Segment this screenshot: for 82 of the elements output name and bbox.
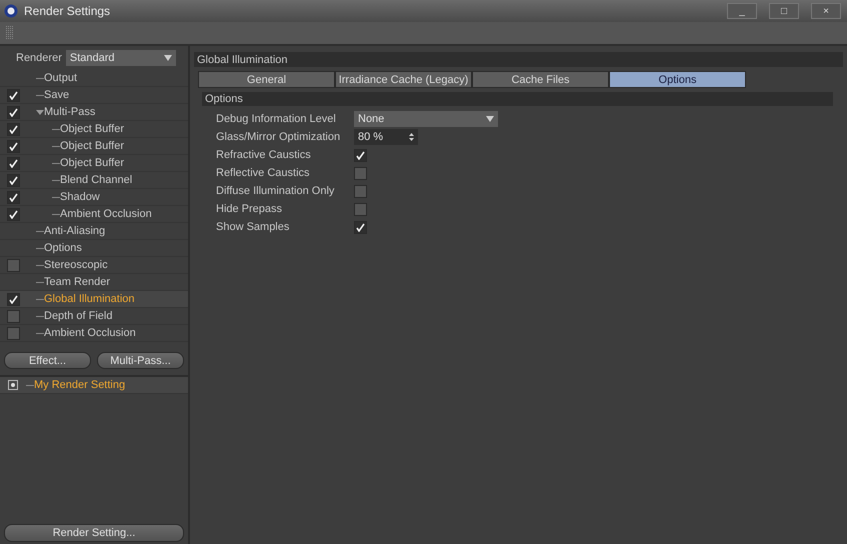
tree-item-label: Ambient Occlusion (44, 327, 136, 339)
tree-item[interactable]: Ambient Occlusion (0, 325, 188, 342)
renderer-dropdown[interactable]: Standard (66, 50, 176, 66)
window-title: Render Settings (24, 4, 112, 18)
checked-checkbox[interactable] (354, 220, 367, 234)
checked-checkbox[interactable] (354, 148, 367, 162)
tree-item[interactable]: Global Illumination (0, 291, 188, 308)
render-setting-button[interactable]: Render Setting... (4, 524, 184, 542)
tree-item-label: Global Illumination (44, 293, 134, 305)
tree-item-label: Depth of Field (44, 310, 112, 322)
tree-item[interactable]: Object Buffer (0, 155, 188, 172)
field-label: Hide Prepass (216, 203, 284, 215)
dropdown[interactable]: None (354, 111, 498, 127)
caret-down-icon[interactable] (36, 108, 44, 116)
checked-checkbox[interactable] (6, 140, 20, 152)
tree-item-label: Object Buffer (60, 140, 124, 152)
tree-item-label: Ambient Occlusion (60, 208, 152, 220)
panel-title: Global Illumination (194, 52, 843, 67)
tree-item[interactable]: Object Buffer (0, 138, 188, 155)
checked-checkbox[interactable] (6, 190, 20, 204)
tree-item[interactable]: Object Buffer (0, 121, 188, 138)
tree-item[interactable]: Shadow (0, 189, 188, 206)
renderer-label: Renderer (16, 52, 62, 64)
tab[interactable]: Cache Files (472, 71, 609, 88)
section-header: Options (202, 92, 833, 106)
checkbox[interactable] (354, 202, 367, 216)
tree-item-label: Output (44, 72, 78, 84)
checked-checkbox[interactable] (6, 156, 20, 170)
tree-item[interactable]: Options (0, 240, 188, 257)
checked-checkbox[interactable] (6, 106, 20, 118)
field-label: Debug Information Level (216, 113, 337, 125)
window-control-button[interactable]: × (811, 3, 841, 19)
field-label: Reflective Caustics (216, 167, 311, 179)
grip-icon[interactable] (6, 26, 14, 40)
field-label: Diffuse Illumination Only (216, 185, 336, 197)
tree-item[interactable]: Depth of Field (0, 308, 188, 325)
tree-item-label: Options (44, 242, 82, 254)
checked-checkbox[interactable] (6, 88, 20, 102)
tree-item-label: Shadow (60, 191, 100, 203)
preset-item[interactable]: My Render Setting (0, 377, 188, 394)
field-label: Glass/Mirror Optimization (216, 131, 342, 143)
field-label: Show Samples (216, 221, 290, 233)
tree-item[interactable]: Output (0, 70, 188, 87)
preset-label: My Render Setting (34, 379, 126, 391)
checked-checkbox[interactable] (6, 208, 20, 220)
tree-item-label: Anti-Aliasing (44, 225, 106, 237)
target-icon (8, 380, 18, 390)
checked-checkbox[interactable] (6, 174, 20, 186)
checked-checkbox[interactable] (6, 122, 20, 136)
tree-item[interactable]: Stereoscopic (0, 257, 188, 274)
window-control-button[interactable]: _ (727, 3, 757, 19)
tree-item-label: Object Buffer (60, 123, 124, 135)
checkbox[interactable] (6, 258, 20, 272)
tree-item-label: Save (44, 89, 70, 101)
tree-item[interactable]: Multi-Pass (0, 104, 188, 121)
tree-item[interactable]: Save (0, 87, 188, 104)
tree-item[interactable]: Blend Channel (0, 172, 188, 189)
tree-item-label: Stereoscopic (44, 259, 108, 271)
field-label: Refractive Caustics (216, 149, 312, 161)
add-button[interactable]: Effect... (4, 352, 91, 369)
tree-item-label: Blend Channel (60, 174, 132, 186)
tab[interactable]: Options (609, 71, 746, 88)
caret-down-icon[interactable] (164, 55, 172, 61)
checkbox[interactable] (6, 326, 20, 340)
app-logo-icon (4, 4, 18, 18)
checked-checkbox[interactable] (6, 292, 20, 306)
tree-item-label: Multi-Pass (44, 106, 96, 118)
tree-item[interactable]: Team Render (0, 274, 188, 291)
tab[interactable]: Irradiance Cache (Legacy) (335, 71, 472, 88)
checkbox[interactable] (354, 184, 367, 198)
tab[interactable]: General (198, 71, 335, 88)
add-button[interactable]: Multi-Pass... (97, 352, 184, 369)
tree-item[interactable]: Ambient Occlusion (0, 206, 188, 223)
stepper-icon[interactable] (409, 133, 414, 141)
checkbox[interactable] (6, 310, 20, 322)
tree-item-label: Object Buffer (60, 157, 124, 169)
window-control-button[interactable]: □ (769, 3, 799, 19)
tree-item-label: Team Render (44, 276, 110, 288)
checkbox[interactable] (354, 166, 367, 180)
tree-item[interactable]: Anti-Aliasing (0, 223, 188, 240)
number-field[interactable]: 80 % (354, 129, 418, 145)
caret-down-icon[interactable] (486, 116, 494, 122)
